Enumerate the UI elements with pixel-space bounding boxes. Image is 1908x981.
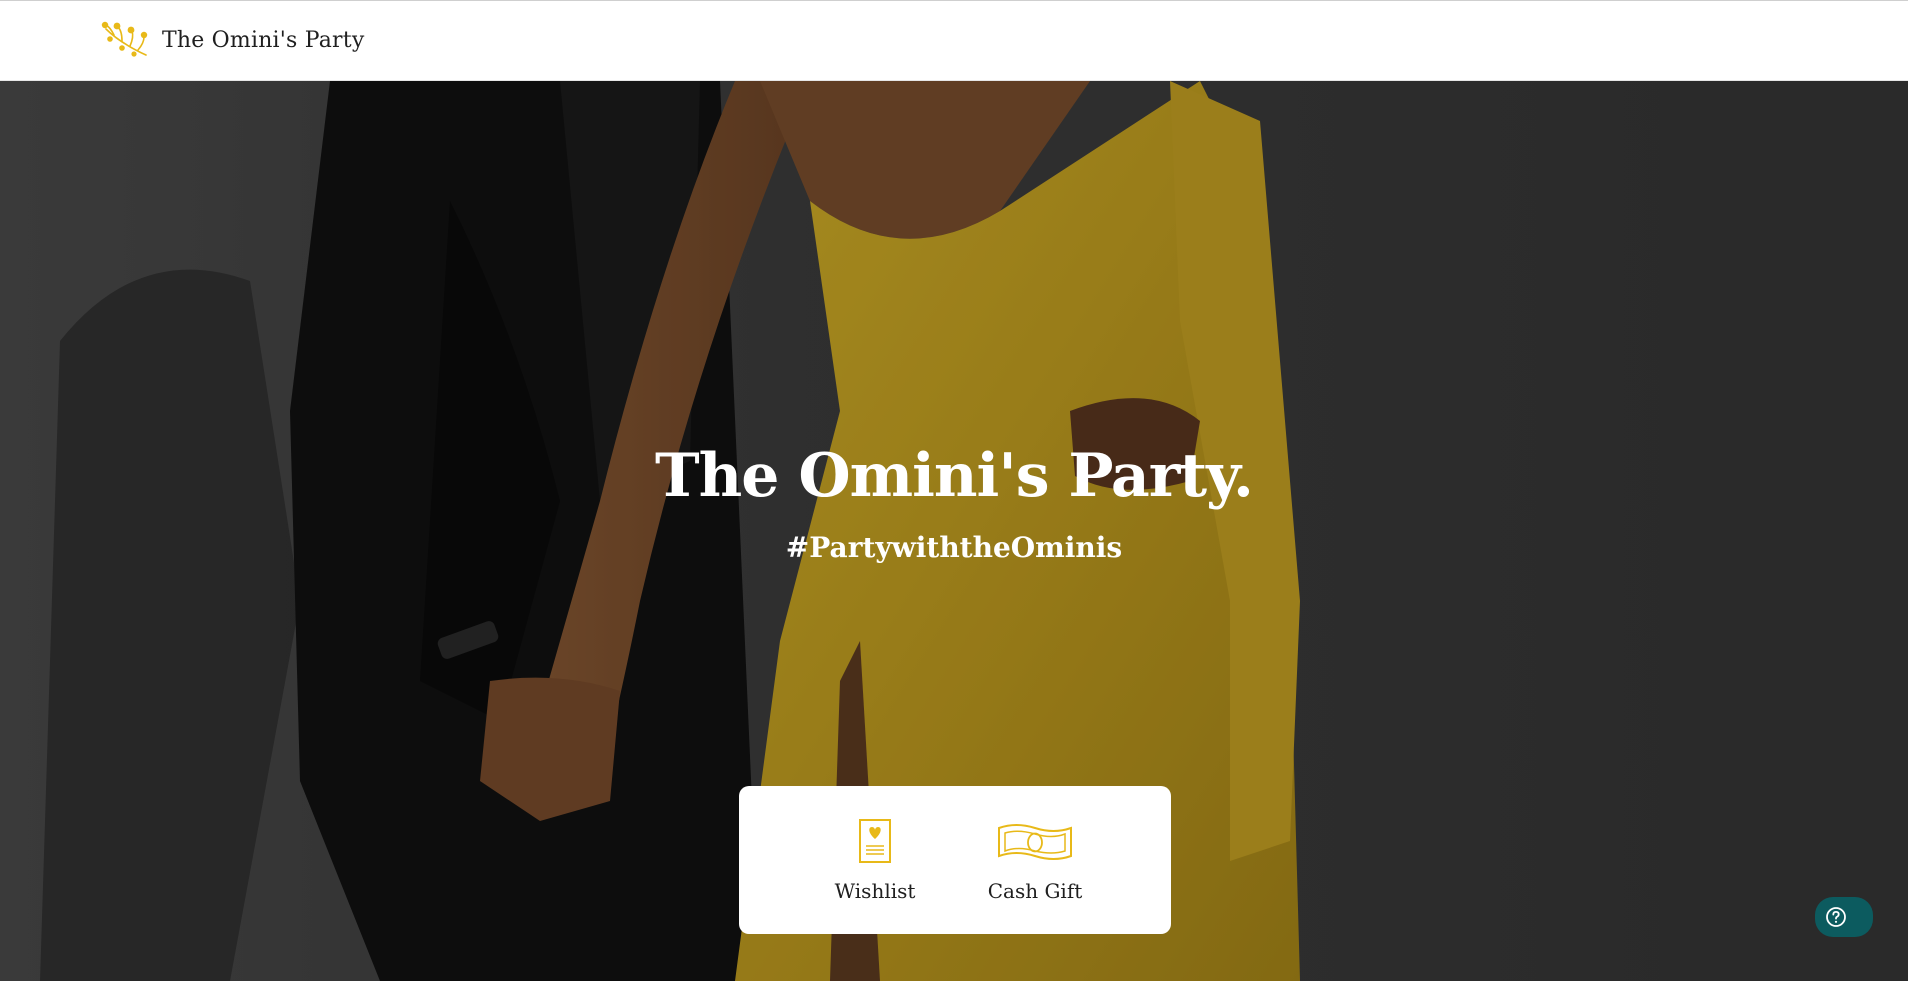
gift-options-card: Wishlist Cash Gift <box>739 786 1171 934</box>
wishlist-option[interactable]: Wishlist <box>825 817 925 903</box>
brand-name: The Omini's Party <box>162 28 365 53</box>
wishlist-label: Wishlist <box>834 879 916 903</box>
hero-title: The Omini's Party. <box>655 441 1254 511</box>
banknote-icon <box>998 824 1072 860</box>
help-button[interactable] <box>1815 897 1873 937</box>
top-navigation-bar: The Omini's Party <box>0 0 1908 81</box>
golden-flower-sprig-icon <box>101 21 148 57</box>
cash-gift-option[interactable]: Cash Gift <box>985 817 1085 903</box>
brand-home-link[interactable]: The Omini's Party <box>100 21 364 61</box>
hero-hashtag: #PartywiththeOminis <box>785 531 1123 564</box>
question-mark-icon <box>1826 907 1846 927</box>
cash-gift-label: Cash Gift <box>987 879 1083 903</box>
wishlist-card-heart-icon <box>859 819 891 863</box>
